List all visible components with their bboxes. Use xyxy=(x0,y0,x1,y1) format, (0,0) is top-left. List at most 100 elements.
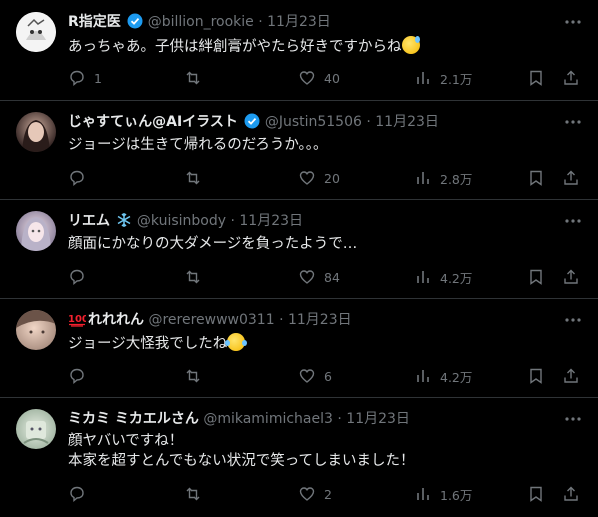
tweet-text-content: 顔面にかなりの大ダメージを負ったようで… xyxy=(68,236,358,252)
reply-icon xyxy=(70,486,84,502)
reply-button[interactable] xyxy=(68,366,94,386)
views-button[interactable]: 4.2万 xyxy=(414,366,472,386)
views-chart-icon xyxy=(417,72,429,84)
display-name[interactable]: じゃすてぃん@AIイラスト xyxy=(68,114,238,130)
retweet-button[interactable] xyxy=(184,68,210,88)
more-options-icon[interactable] xyxy=(564,13,582,31)
reply-button[interactable] xyxy=(68,168,94,188)
sweat-smile-emoji xyxy=(401,36,420,54)
share-icon xyxy=(564,170,578,185)
share-button[interactable] xyxy=(562,366,580,386)
display-name[interactable]: リエム xyxy=(68,213,110,229)
share-button[interactable] xyxy=(562,484,580,504)
bookmark-button[interactable] xyxy=(527,484,545,504)
like-count: 2 xyxy=(324,486,332,502)
tweet-header: R指定医 @billion_rookie · 11月23日 xyxy=(68,13,331,31)
tweet-actions: 1 40 2.1万 xyxy=(68,68,582,88)
timestamp[interactable]: 11月23日 xyxy=(346,411,410,427)
display-name[interactable]: ミカミ ミカエルさん xyxy=(68,411,199,427)
share-icon xyxy=(564,269,578,284)
retweet-button[interactable] xyxy=(184,484,210,504)
like-button[interactable]: 20 xyxy=(298,168,340,188)
timestamp[interactable]: 11月23日 xyxy=(239,213,303,229)
tweet[interactable]: リエム @kuisinbody · 11月23日 顔面にかなりの大ダメージを負っ… xyxy=(0,200,598,299)
tweet-text: 顔面にかなりの大ダメージを負ったようで… xyxy=(68,234,357,254)
more-options-icon[interactable] xyxy=(564,410,582,428)
share-button[interactable] xyxy=(562,68,580,88)
user-handle[interactable]: @Justin51506 xyxy=(265,114,362,130)
views-button[interactable]: 1.6万 xyxy=(414,484,472,504)
views-button[interactable]: 4.2万 xyxy=(414,267,472,287)
bookmark-button[interactable] xyxy=(527,267,545,287)
share-button[interactable] xyxy=(562,267,580,287)
bookmark-icon xyxy=(530,70,542,86)
like-count: 40 xyxy=(324,70,340,86)
timestamp[interactable]: 11月23日 xyxy=(288,312,352,328)
retweet-icon xyxy=(186,369,200,383)
bookmark-button[interactable] xyxy=(527,366,545,386)
tweet[interactable]: R指定医 @billion_rookie · 11月23日 あっちゃあ。子供は絆… xyxy=(0,0,598,101)
user-handle[interactable]: @kuisinbody xyxy=(137,213,226,229)
like-button[interactable]: 40 xyxy=(298,68,340,88)
reply-icon xyxy=(70,70,84,86)
user-handle[interactable]: @mikamimichael3 xyxy=(203,411,333,427)
display-name[interactable]: R指定医 xyxy=(68,14,121,30)
avatar[interactable] xyxy=(16,211,56,251)
like-count: 84 xyxy=(324,269,340,285)
bookmark-button[interactable] xyxy=(527,168,545,188)
timestamp[interactable]: 11月23日 xyxy=(375,114,439,130)
separator-dot: · xyxy=(230,213,235,229)
retweet-button[interactable] xyxy=(184,267,210,287)
reply-button[interactable] xyxy=(68,484,94,504)
reply-button[interactable] xyxy=(68,267,94,287)
bookmark-icon xyxy=(530,486,542,502)
tweet[interactable]: じゃすてぃん@AIイラスト @Justin51506 · 11月23日 ジョージ… xyxy=(0,101,598,200)
avatar[interactable] xyxy=(16,12,56,52)
avatar[interactable] xyxy=(16,112,56,152)
tears-of-joy-emoji xyxy=(225,333,248,351)
tweet-text-content: ジョージ大怪我でしたね xyxy=(68,336,228,352)
avatar[interactable] xyxy=(16,310,56,350)
user-handle[interactable]: @billion_rookie xyxy=(148,14,254,30)
views-button[interactable]: 2.8万 xyxy=(414,168,472,188)
timestamp[interactable]: 11月23日 xyxy=(267,14,331,30)
bookmark-button[interactable] xyxy=(527,68,545,88)
heart-icon xyxy=(299,487,315,501)
views-chart-icon xyxy=(417,488,429,500)
tweet[interactable]: 100 れれれん @rererewww0311 · 11月23日 ジョージ大怪我で… xyxy=(0,299,598,398)
user-handle[interactable]: @rererewww0311 xyxy=(148,312,274,328)
heart-icon xyxy=(299,71,315,85)
share-button[interactable] xyxy=(562,168,580,188)
display-name[interactable]: れれれん xyxy=(88,312,144,328)
views-count: 1.6万 xyxy=(440,487,473,503)
tweet-text-content: 顔ヤバいですね！ 本家を超すとんでもない状況で笑ってしまいました！ xyxy=(68,433,415,469)
svg-text:100: 100 xyxy=(68,314,86,325)
views-chart-icon xyxy=(417,271,429,283)
tweet-header: ミカミ ミカエルさん @mikamimichael3 · 11月23日 xyxy=(68,410,410,428)
like-button[interactable]: 2 xyxy=(298,484,332,504)
tweet-text: ジョージは生きて帰れるのだろうか。。。 xyxy=(68,135,328,155)
tweet[interactable]: ミカミ ミカエルさん @mikamimichael3 · 11月23日 顔ヤバい… xyxy=(0,398,598,517)
views-count: 4.2万 xyxy=(440,270,473,286)
views-count: 4.2万 xyxy=(440,369,473,385)
views-button[interactable]: 2.1万 xyxy=(414,68,472,88)
retweet-button[interactable] xyxy=(184,168,210,188)
retweet-button[interactable] xyxy=(184,366,210,386)
tweet-text: あっちゃあ。子供は絆創膏がやたら好きですからね xyxy=(68,36,420,57)
avatar[interactable] xyxy=(16,409,56,449)
more-options-icon[interactable] xyxy=(564,212,582,230)
more-options-icon[interactable] xyxy=(564,113,582,131)
share-icon xyxy=(564,70,578,85)
like-count: 6 xyxy=(324,368,332,384)
reply-button[interactable]: 1 xyxy=(68,68,102,88)
like-button[interactable]: 84 xyxy=(298,267,340,287)
share-icon xyxy=(564,486,578,501)
reply-count: 1 xyxy=(94,70,102,86)
heart-icon xyxy=(299,270,315,284)
more-options-icon[interactable] xyxy=(564,311,582,329)
tweet-header: じゃすてぃん@AIイラスト @Justin51506 · 11月23日 xyxy=(68,113,439,131)
like-button[interactable]: 6 xyxy=(298,366,332,386)
tweet-text: 顔ヤバいですね！ 本家を超すとんでもない状況で笑ってしまいました！ xyxy=(68,431,415,471)
views-count: 2.1万 xyxy=(440,71,473,87)
reply-icon xyxy=(70,269,84,285)
